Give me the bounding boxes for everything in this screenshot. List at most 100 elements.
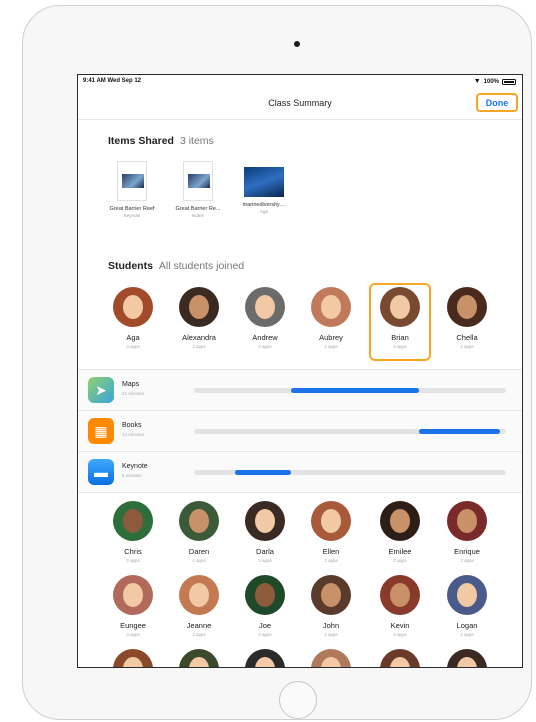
- app-name: Keynote: [122, 463, 148, 470]
- student-apps: 3 apps: [460, 344, 474, 349]
- document-name: Great Barrier Re...: [175, 206, 221, 212]
- ipad-frame: 9:41 AM Wed Sep 12 ▼ 100% Class Summary …: [22, 5, 532, 720]
- student-apps: 3 apps: [258, 558, 272, 563]
- camera: [294, 41, 300, 47]
- student-card[interactable]: Ellen 3 apps: [300, 501, 362, 563]
- student-card[interactable]: John 3 apps: [300, 575, 362, 637]
- app-usage-row[interactable]: ▬ Keynote 8 minutes: [78, 452, 522, 493]
- student-card-partial[interactable]: [102, 649, 164, 667]
- app-time: 21 minutes: [122, 391, 145, 396]
- student-apps: 3 apps: [460, 558, 474, 563]
- document-name: Great Barrier Reef: [109, 206, 155, 212]
- avatar: [447, 501, 487, 541]
- avatar: [447, 575, 487, 615]
- avatar: [311, 649, 351, 667]
- student-card[interactable]: Eungee 3 apps: [102, 575, 164, 637]
- student-card-partial[interactable]: [369, 649, 431, 667]
- app-name: Books: [122, 422, 142, 429]
- student-card[interactable]: Darla 3 apps: [234, 501, 296, 563]
- app-time: 14 minutes: [122, 432, 145, 437]
- student-card[interactable]: Aga 3 apps: [102, 287, 164, 349]
- app-time: 8 minutes: [122, 473, 142, 478]
- usage-track: [194, 470, 506, 475]
- student-apps: 3 apps: [393, 632, 407, 637]
- student-card-partial[interactable]: [436, 649, 498, 667]
- page-title: Class Summary: [268, 98, 332, 108]
- avatar: [311, 575, 351, 615]
- student-name: Jeanne: [186, 621, 212, 630]
- document-name: marinediversity....: [242, 202, 286, 208]
- student-name: Ellen: [322, 547, 340, 556]
- student-card-partial[interactable]: [234, 649, 296, 667]
- student-apps: 3 apps: [324, 344, 338, 349]
- student-card[interactable]: Enrique 3 apps: [436, 501, 498, 563]
- student-apps: 4 apps: [192, 558, 206, 563]
- student-card[interactable]: Logan 3 apps: [436, 575, 498, 637]
- student-card[interactable]: Chella 3 apps: [436, 287, 498, 349]
- document-thumbnail: [117, 161, 147, 201]
- student-apps: 3 apps: [258, 632, 272, 637]
- done-button[interactable]: Done: [476, 93, 518, 112]
- students-title: Students: [108, 260, 153, 272]
- avatar: [245, 649, 285, 667]
- battery-percent: 100%: [483, 78, 499, 85]
- student-apps: 3 apps: [192, 344, 206, 349]
- home-button[interactable]: [279, 681, 317, 719]
- avatar: [447, 287, 487, 327]
- student-card[interactable]: Emilee 3 apps: [369, 501, 431, 563]
- student-name: Kevin: [390, 621, 410, 630]
- student-name: Joe: [258, 621, 272, 630]
- student-card[interactable]: Alexandra 3 apps: [168, 287, 230, 349]
- avatar: [113, 501, 153, 541]
- student-card[interactable]: Aubrey 3 apps: [300, 287, 362, 349]
- nav-divider: [78, 119, 522, 120]
- screen: 9:41 AM Wed Sep 12 ▼ 100% Class Summary …: [77, 74, 523, 668]
- avatar: [179, 575, 219, 615]
- avatar: [245, 575, 285, 615]
- student-apps: 3 apps: [126, 558, 140, 563]
- usage-bar: [234, 470, 291, 475]
- avatar: [447, 649, 487, 667]
- avatar: [380, 575, 420, 615]
- student-card[interactable]: Daren 4 apps: [168, 501, 230, 563]
- student-card-partial[interactable]: [300, 649, 362, 667]
- app-usage-list: ➤ Maps 21 minutes ▦ Books 14 minutes ▬ K…: [78, 369, 522, 493]
- student-card[interactable]: Joe 3 apps: [234, 575, 296, 637]
- student-name: Aubrey: [319, 333, 343, 342]
- student-name: Eungee: [120, 621, 146, 630]
- avatar: [113, 649, 153, 667]
- student-card[interactable]: Andrew 3 apps: [234, 287, 296, 349]
- student-card[interactable]: Chris 3 apps: [102, 501, 164, 563]
- shared-document[interactable]: Great Barrier Re... Notes: [166, 161, 230, 218]
- student-name: Logan: [456, 621, 478, 630]
- avatar: [380, 649, 420, 667]
- photo-thumbnail: [244, 167, 284, 197]
- shared-document[interactable]: marinediversity.... Aga: [232, 161, 296, 214]
- shared-document[interactable]: Great Barrier Reef Keynote: [100, 161, 164, 218]
- student-card[interactable]: Jeanne 3 apps: [168, 575, 230, 637]
- items-shared-title: Items Shared: [108, 135, 174, 147]
- status-time: 9:41 AM Wed Sep 12: [83, 78, 142, 84]
- status-bar: 9:41 AM Wed Sep 12 ▼ 100%: [78, 75, 522, 89]
- app-usage-row[interactable]: ▦ Books 14 minutes: [78, 411, 522, 452]
- student-apps: 3 apps: [324, 632, 338, 637]
- student-name: Enrique: [454, 547, 480, 556]
- books-icon: ▦: [88, 418, 114, 444]
- app-usage-row[interactable]: ➤ Maps 21 minutes: [78, 370, 522, 411]
- usage-bar: [290, 388, 419, 393]
- student-name: Alexandra: [182, 333, 216, 342]
- avatar: [179, 287, 219, 327]
- document-app: Aga: [259, 209, 268, 214]
- avatar: [245, 501, 285, 541]
- items-shared-count: 3 items: [179, 135, 214, 147]
- student-card[interactable]: Kevin 3 apps: [369, 575, 431, 637]
- battery-icon: [502, 78, 516, 85]
- student-apps: 3 apps: [324, 558, 338, 563]
- items-shared-header: Items Shared 3 items: [108, 135, 214, 147]
- usage-bar: [418, 429, 500, 434]
- maps-icon: ➤: [88, 377, 114, 403]
- student-name: Aga: [126, 333, 140, 342]
- student-apps: 3 apps: [258, 344, 272, 349]
- student-name: Andrew: [252, 333, 278, 342]
- student-card-partial[interactable]: [168, 649, 230, 667]
